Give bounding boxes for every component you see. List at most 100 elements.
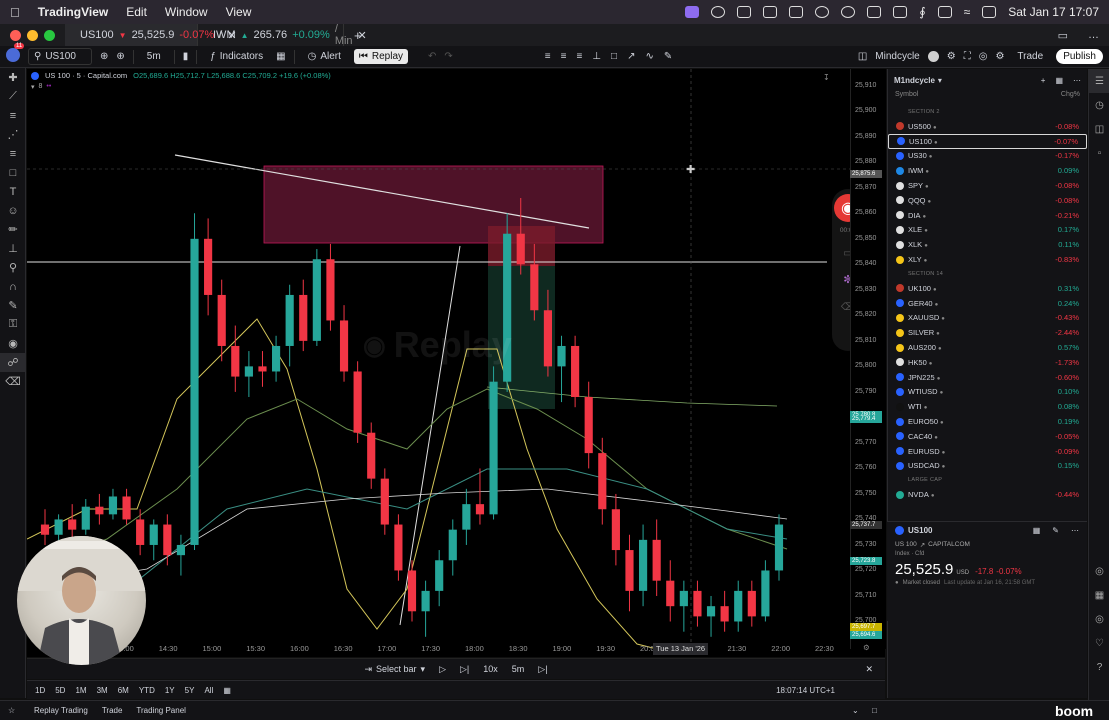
alerts-sidebar-icon[interactable]: ◷ [1089, 93, 1109, 117]
play-icon[interactable]: ▷ [439, 664, 446, 675]
short-position-icon[interactable]: ≡ [561, 51, 567, 62]
candle-body[interactable] [149, 524, 158, 545]
candle-body[interactable] [108, 496, 118, 515]
candle-body[interactable] [761, 570, 770, 617]
status-icon[interactable] [841, 6, 856, 18]
datetime[interactable]: Sat Jan 17 17:07 [1008, 5, 1099, 19]
zoom-in-icon[interactable]: ⚲ [0, 258, 26, 277]
watchlist-row[interactable]: SILVER ● -2.44% [888, 325, 1087, 340]
symbol-search[interactable]: ⚲ US100 [28, 48, 92, 65]
watchlist-row[interactable]: JPN225 ● -0.60% [888, 370, 1087, 385]
watchlist-row[interactable]: XLE ● 0.17% [888, 223, 1087, 238]
candle-body[interactable] [462, 504, 471, 530]
watchlist-row[interactable]: US30 ● -0.17% [888, 149, 1087, 164]
range-3m[interactable]: 3M [97, 686, 108, 695]
status-icon[interactable] [937, 6, 952, 18]
watchlist-row[interactable]: EURO50 ● 0.19% [888, 414, 1087, 429]
ideas-sidebar-icon[interactable]: ◎ [1089, 607, 1109, 631]
column-change[interactable]: Chg% [1061, 91, 1080, 105]
watchlist-section-header[interactable]: SECTION 2 [888, 105, 1087, 119]
candle-body[interactable] [163, 524, 172, 556]
candle-body[interactable] [231, 345, 240, 377]
menu-edit[interactable]: Edit [126, 5, 147, 19]
alert-button[interactable]: ◷ Alert [303, 49, 346, 64]
status-icon[interactable] [789, 6, 804, 18]
indicators-button[interactable]: ƒ Indicators [205, 49, 268, 64]
candle-body[interactable] [489, 381, 498, 515]
apple-icon[interactable]:  [10, 5, 20, 20]
candle-body[interactable] [611, 509, 620, 551]
candle-body[interactable] [448, 529, 457, 561]
candle-body[interactable] [516, 233, 525, 265]
zoom-window-button[interactable] [44, 29, 55, 41]
text-tool-icon[interactable]: T [0, 182, 26, 201]
close-replay-icon[interactable]: ✕ [865, 664, 873, 675]
chat-sidebar-icon[interactable]: ▫ [1089, 141, 1109, 165]
watchlist-name[interactable]: M1ndcycle [894, 76, 935, 85]
candle-body[interactable] [353, 371, 362, 433]
minimize-window-button[interactable] [27, 29, 38, 41]
candle-body[interactable] [530, 264, 539, 311]
crosshair-icon[interactable]: ✚ [0, 68, 26, 87]
watchlist-row[interactable]: WTIUSD ● 0.10% [888, 385, 1087, 400]
calendar-sidebar-icon[interactable]: ▦ [1089, 583, 1109, 607]
battery-icon[interactable] [893, 6, 908, 18]
candle-body[interactable] [394, 524, 403, 571]
templates-icon[interactable]: ▦ [276, 51, 285, 62]
watchlist-row[interactable]: CAC40 ● -0.05% [888, 429, 1087, 444]
candle-body[interactable] [204, 238, 213, 295]
indicator-legend[interactable]: ▾ 8 •• [31, 83, 51, 91]
watchlist-section-header[interactable]: LARGE CAP [888, 473, 1087, 487]
measure-tool-icon[interactable]: ⊥ [0, 239, 26, 258]
candle-body[interactable] [625, 550, 634, 591]
rectangle-icon[interactable]: □ [611, 51, 617, 62]
status-icon[interactable] [711, 6, 726, 18]
new-tab-icon[interactable]: + [344, 28, 372, 43]
candle-body[interactable] [326, 259, 335, 321]
candle-body[interactable] [271, 345, 281, 372]
watchlist-row[interactable]: AUS200 ● 0.57% [888, 340, 1087, 355]
watchlist-row[interactable]: WTI ● 0.08% [888, 399, 1087, 414]
candle-body[interactable] [475, 504, 485, 515]
trendline-tool-icon[interactable]: ⟋ [0, 87, 26, 106]
replay-interval[interactable]: 5m [512, 664, 525, 674]
ruler-icon[interactable]: ✏ [0, 220, 26, 239]
settings-icon[interactable]: ⚙ [947, 51, 956, 62]
layout-avatar-icon[interactable] [927, 51, 939, 62]
window-layout-icon[interactable]: ▭ [1048, 29, 1078, 42]
watchlist-section-header[interactable]: SECTION 14 [888, 267, 1087, 281]
candle-body[interactable] [54, 519, 63, 535]
candle-body[interactable] [407, 570, 417, 612]
window-menu-icon[interactable]: … [1078, 29, 1109, 41]
range-1m[interactable]: 1M [75, 686, 86, 695]
candle-body[interactable] [312, 259, 321, 341]
candle-body[interactable] [679, 590, 688, 607]
candle-body[interactable] [40, 524, 50, 535]
candle-body[interactable] [693, 590, 702, 617]
avatar[interactable]: 11 [6, 43, 25, 65]
candle-body[interactable] [706, 606, 716, 617]
watchlist-row[interactable]: US500 ● -0.08% [888, 119, 1087, 134]
tab-us100[interactable]: US100 ▼ 25,525.9 -0.07% / ✕ [65, 24, 237, 46]
magnet-icon[interactable]: ∩ [0, 277, 26, 296]
replay-button[interactable]: ⏮ Replay [353, 49, 409, 64]
candle-body[interactable] [81, 506, 90, 530]
lock-icon[interactable]: ⚿ [0, 315, 26, 334]
candle-body[interactable] [176, 544, 186, 556]
menu-view[interactable]: View [226, 5, 252, 19]
trade-tab[interactable]: Trade [102, 706, 123, 715]
interval-button[interactable]: 5m [142, 49, 166, 64]
long-position-icon[interactable]: ≡ [545, 51, 551, 62]
clock[interactable]: 18:07:14 UTC+1 [776, 686, 835, 695]
candle-body[interactable] [136, 519, 145, 545]
compare-icon[interactable]: ⊕ [100, 51, 108, 62]
menu-window[interactable]: Window [165, 5, 208, 19]
time-scale[interactable]: 14:0014:3015:0015:3016:0016:3017:0017:30… [27, 643, 885, 656]
replay-speed[interactable]: 10x [483, 664, 498, 674]
candle-body[interactable] [734, 590, 743, 622]
range-ytd[interactable]: YTD [139, 686, 155, 695]
link-icon[interactable]: ☍ [0, 353, 26, 372]
status-icon[interactable] [867, 6, 882, 18]
watchlist-layout-icon[interactable]: ▦ [1055, 76, 1063, 85]
watchlist-sidebar-icon[interactable]: ☰ [1089, 69, 1109, 93]
